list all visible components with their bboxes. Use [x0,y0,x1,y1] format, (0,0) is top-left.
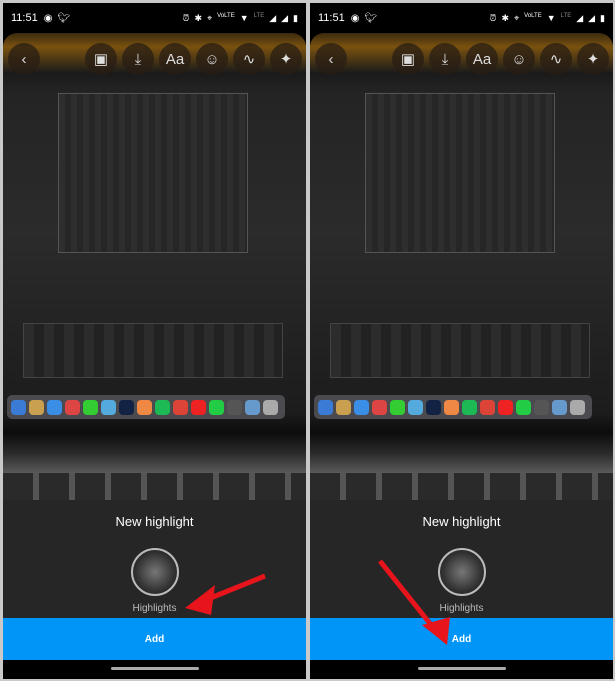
battery-icon: ▮ [293,12,298,23]
sheet-title: New highlight [422,514,501,529]
photo-detail [23,323,283,378]
story-photo [310,33,613,503]
back-icon: ‹ [328,50,334,68]
screen-2: 11:51 ◉ 🐦︎ ⏰︎ ✱ ⌖ VoLTE ▼ LTE ◢ ◢ ▮ ‹ ▣ ⤓ A… [310,3,613,679]
volte-icon: VoLTE [217,12,235,19]
bluetooth-icon: ✱ [501,12,510,23]
status-time: 11:51 [11,12,38,24]
download-button[interactable]: ⤓ [429,43,461,75]
sticker-icon: ☺ [204,50,220,68]
download-button[interactable]: ⤓ [122,43,154,75]
status-bar: 11:51 ◉ 🐦︎ ⏰︎ ✱ ⌖ VoLTE ▼ LTE ◢ ◢ ▮ [3,3,306,33]
effects-button[interactable]: ✦ [577,43,609,75]
new-highlight-sheet: New highlight Highlights [310,500,613,618]
status-bar: 11:51 ◉ 🐦︎ ⏰︎ ✱ ⌖ VoLTE ▼ LTE ◢ ◢ ▮ [310,3,613,33]
signal-icon: ◢ [576,12,584,23]
new-highlight-sheet: New highlight Highlights [3,500,306,618]
status-time: 11:51 [318,12,345,24]
highlight-cover[interactable] [438,548,486,596]
wifi-icon: ▼ [239,12,249,23]
draw-icon: ∿ [549,51,563,68]
alarm-icon: ⏰︎ [489,12,497,23]
draw-button[interactable]: ∿ [233,43,265,75]
add-button[interactable]: Add [310,618,613,660]
text-icon: Aa [472,50,492,68]
home-handle[interactable] [111,667,199,670]
messenger-icon: ◉ [350,12,360,24]
screen-1: 11:51 ◉ 🐦︎ ⏰︎ ✱ ⌖ VoLTE ▼ LTE ◢ ◢ ▮ ‹ ▣ ⤓ A… [3,3,306,679]
sheet-title: New highlight [115,514,194,529]
text-button[interactable]: Aa [159,43,191,75]
draw-icon: ∿ [242,51,256,68]
photo-detail [58,93,248,253]
photo-detail [310,473,613,503]
sticker-button[interactable]: ☺ [196,43,228,75]
battery-icon: ▮ [600,12,605,23]
sticker-icon: ☺ [511,50,527,68]
highlight-cover[interactable] [131,548,179,596]
highlight-name-input[interactable]: Highlights [310,603,613,614]
navigation-bar [3,660,306,679]
location-icon: ⌖ [207,12,213,23]
back-icon: ‹ [21,50,27,68]
download-icon: ⤓ [441,50,449,68]
signal-icon: ◢ [269,12,277,23]
profile-frame-button[interactable]: ▣ [85,43,117,75]
signal-icon: ◢ [588,12,596,23]
home-handle[interactable] [418,667,506,670]
navigation-bar [310,660,613,679]
text-button[interactable]: Aa [466,43,498,75]
twitter-icon: 🐦︎ [364,12,378,24]
story-photo [3,33,306,503]
location-icon: ⌖ [514,12,520,23]
story-toolbar: ‹ ▣ ⤓ Aa ☺ ∿ ✦ [3,43,306,79]
volte-icon: VoLTE [524,12,542,19]
back-button[interactable]: ‹ [8,43,40,75]
sticker-button[interactable]: ☺ [503,43,535,75]
text-icon: Aa [165,50,185,68]
photo-detail [330,323,590,378]
alarm-icon: ⏰︎ [182,12,190,23]
wifi-icon: ▼ [546,12,556,23]
bluetooth-icon: ✱ [194,12,203,23]
profile-frame-button[interactable]: ▣ [392,43,424,75]
effects-icon: ✦ [279,51,293,68]
profile-frame-icon: ▣ [93,51,109,68]
story-toolbar: ‹ ▣ ⤓ Aa ☺ ∿ ✦ [310,43,613,79]
photo-detail [365,93,555,253]
lte-label: LTE [560,12,572,19]
messenger-icon: ◉ [43,12,53,24]
photo-detail [3,473,306,503]
add-button[interactable]: Add [3,618,306,660]
effects-icon: ✦ [586,51,600,68]
back-button[interactable]: ‹ [315,43,347,75]
effects-button[interactable]: ✦ [270,43,302,75]
profile-frame-icon: ▣ [400,51,416,68]
draw-button[interactable]: ∿ [540,43,572,75]
highlight-name-input[interactable]: Highlights [3,603,306,614]
signal-icon: ◢ [281,12,289,23]
lte-label: LTE [253,12,265,19]
twitter-icon: 🐦︎ [57,12,71,24]
photo-detail [7,395,285,419]
download-icon: ⤓ [134,50,142,68]
photo-detail [314,395,592,419]
